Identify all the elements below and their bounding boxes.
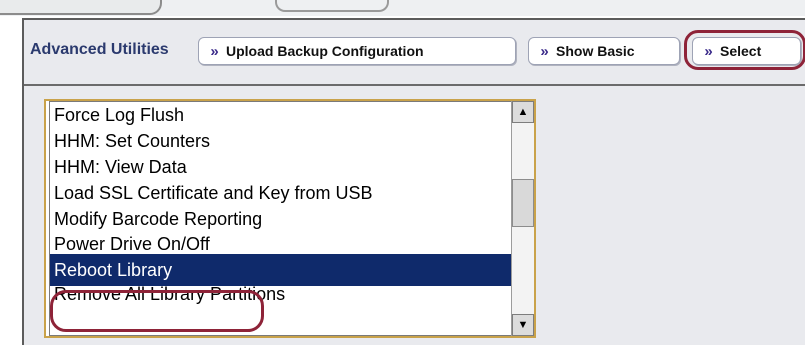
list-item[interactable]: Modify Barcode Reporting	[50, 206, 511, 232]
list-item-selected[interactable]: Reboot Library	[50, 254, 511, 286]
scroll-down-arrow-icon[interactable]: ▼	[512, 314, 534, 336]
toolbar: Advanced Utilities » Upload Backup Confi…	[24, 20, 805, 86]
list-item[interactable]: Remove All Library Partitions	[50, 286, 511, 308]
previous-tab-edge	[0, 0, 162, 15]
show-basic-button[interactable]: » Show Basic	[528, 37, 680, 65]
list-item[interactable]: HHM: View Data	[50, 154, 511, 180]
vertical-scrollbar[interactable]: ▲ ▼	[511, 101, 534, 336]
button-label: Select	[720, 43, 762, 59]
select-button[interactable]: » Select	[692, 37, 801, 65]
button-label: Upload Backup Configuration	[226, 43, 424, 59]
listbox-items: Force Log Flush HHM: Set Counters HHM: V…	[49, 101, 511, 336]
panel-title: Advanced Utilities	[30, 41, 169, 58]
list-item[interactable]: Load SSL Certificate and Key from USB	[50, 180, 511, 206]
list-item[interactable]: HHM: Set Counters	[50, 128, 511, 154]
button-label: Show Basic	[556, 43, 635, 59]
list-item[interactable]: Power Drive On/Off	[50, 232, 511, 254]
scroll-up-arrow-icon[interactable]: ▲	[512, 101, 534, 123]
scrollbar-thumb[interactable]	[512, 179, 534, 227]
list-item[interactable]: Force Log Flush	[50, 102, 511, 128]
upload-backup-configuration-button[interactable]: » Upload Backup Configuration	[198, 37, 516, 65]
previous-tab-edge-2	[275, 0, 389, 12]
double-chevron-right-icon: »	[540, 42, 548, 60]
double-chevron-right-icon: »	[704, 42, 712, 60]
advanced-utilities-panel: Advanced Utilities » Upload Backup Confi…	[22, 18, 805, 345]
double-chevron-right-icon: »	[210, 42, 218, 60]
utilities-listbox[interactable]: Force Log Flush HHM: Set Counters HHM: V…	[44, 99, 536, 338]
top-strip	[0, 0, 805, 16]
